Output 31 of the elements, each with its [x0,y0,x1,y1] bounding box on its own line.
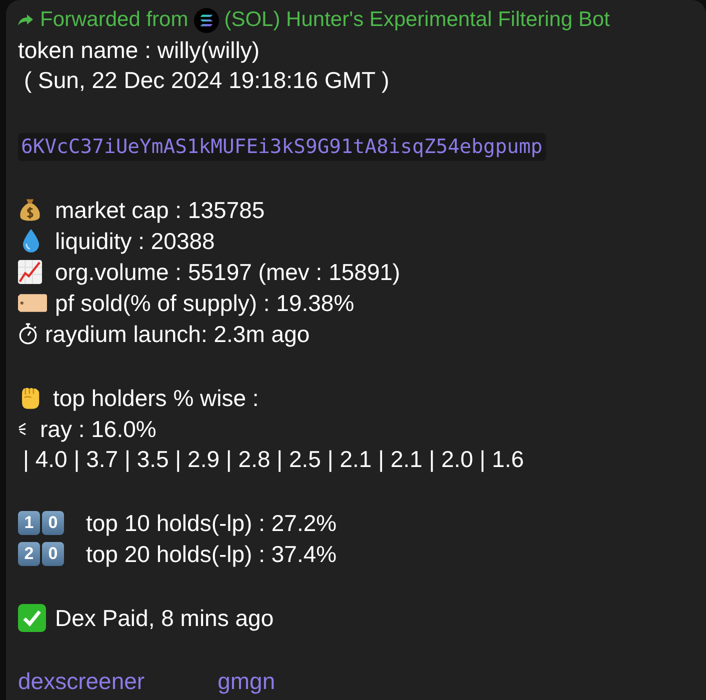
number-keycap: 0 [42,542,64,566]
token-name-text: token name : willy(willy) [18,36,261,65]
text-link[interactable]: dexscreener [18,666,145,696]
source-channel-link[interactable]: (SOL) Hunter's Experimental Filtering Bot [224,5,610,35]
stopwatch-icon [18,322,38,344]
number-keycap: 2 [18,542,40,566]
date-text: ( Sun, 22 Dec 2024 19:18:16 GMT ) [24,66,390,95]
stat-text: pf sold(% of supply) : 19.38% [55,288,354,318]
text-link[interactable]: gmgn [218,666,276,696]
lp-holder-text: ray : 16.0% [40,414,156,444]
number-keycap: 0 [42,510,64,534]
dex-status-text: Dex Paid, 8 mins ago [55,604,274,632]
droplet-icon [22,228,40,252]
top-holds-text: top 10 holds(-lp) : 27.2% [86,508,337,538]
money-bag-icon [18,198,42,222]
forward-arrow-icon [18,14,33,26]
lines-icon [18,422,26,436]
check-icon [18,604,46,632]
forwarded-label: Forwarded from [40,7,188,33]
line-chart-icon [18,260,42,284]
stat-text: market cap : 135785 [55,196,265,224]
stat-text: org.volume : 55197 (mev : 15891) [55,258,400,286]
holders-heading: top holders % wise : [53,384,259,412]
number-keycap: 1 [18,510,40,534]
contract-address-code[interactable]: 6KVcC37iUeYmAS1kMUFEi3kS9G91tA8isqZ54ebgpump [18,133,546,161]
top-holds-text: top 20 holds(-lp) : 37.4% [86,540,337,568]
tag-icon [18,292,47,312]
channel-avatar-icon [194,8,220,32]
stat-text: liquidity : 20388 [55,226,215,256]
stat-text: raydium launch: 2.3m ago [45,320,310,348]
holder-distribution-text: | 4.0 | 3.7 | 3.5 | 2.9 | 2.8 | 2.5 | 2.1 | 2.1 | 2.0 | 1.6 [23,445,524,474]
